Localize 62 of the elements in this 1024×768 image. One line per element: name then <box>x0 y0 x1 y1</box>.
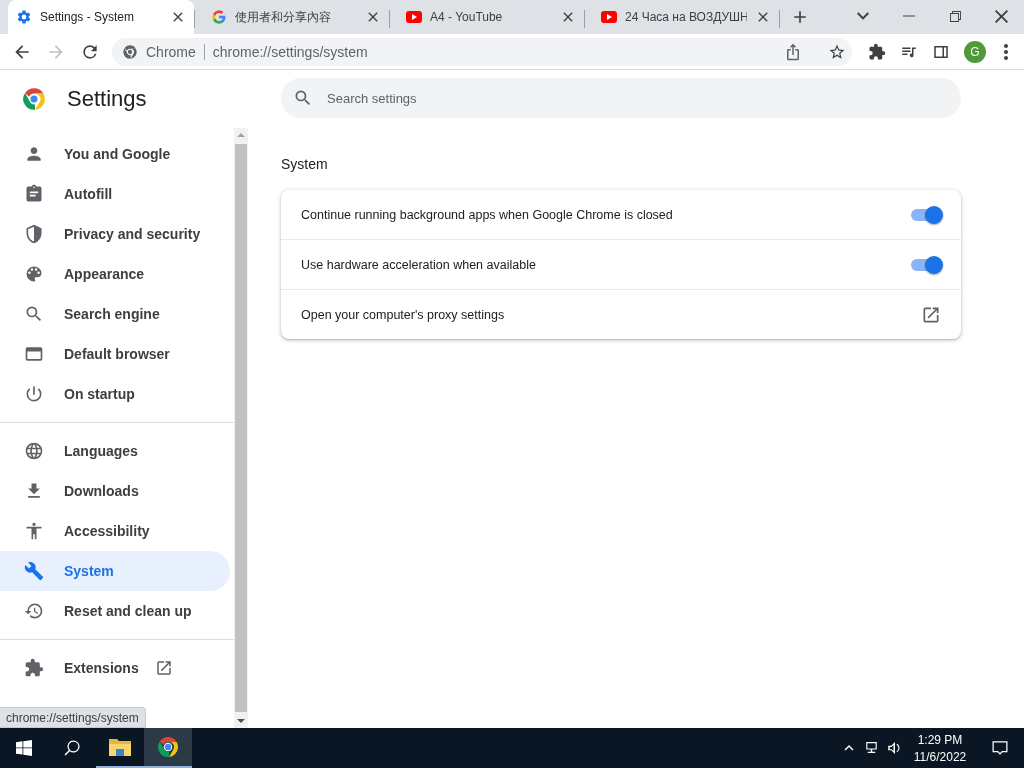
chrome-logo-icon <box>122 43 138 60</box>
sidebar-item[interactable]: Default browser <box>0 334 230 374</box>
play-logo-icon <box>601 11 617 23</box>
page-title: Settings <box>67 86 147 112</box>
setting-label: Use hardware acceleration when available <box>301 257 536 272</box>
clock-time[interactable]: 1:29 PM <box>917 732 963 747</box>
setting-label: Continue running background apps when Google Chrome is closed <box>301 207 673 222</box>
close-icon <box>994 9 1008 23</box>
search-field[interactable]: Search settings <box>281 78 961 118</box>
history-icon <box>24 601 44 621</box>
accessibility-icon <box>24 521 44 541</box>
sidebar-item[interactable]: Accessibility <box>0 511 230 551</box>
globe-icon <box>24 441 44 461</box>
browser-tab[interactable]: Settings - System <box>8 0 194 34</box>
play-logo-icon <box>406 11 422 23</box>
sidebar-item[interactable]: On startup <box>0 374 230 414</box>
puzzle-icon <box>24 658 44 678</box>
palette-icon <box>24 264 44 284</box>
sidebar-item[interactable]: Languages <box>0 431 230 471</box>
open-in-new-icon <box>154 659 173 677</box>
windows-logo-icon <box>16 740 32 756</box>
chrome-logo-icon <box>156 735 180 759</box>
sidebar-item[interactable]: Search engine <box>0 294 230 334</box>
search-icon <box>63 739 81 757</box>
search-icon <box>293 88 313 108</box>
scrollbar[interactable] <box>234 128 248 728</box>
wrench-icon <box>24 561 44 581</box>
browser-tab[interactable]: A4 - YouTube <box>398 4 584 34</box>
chrome-taskbar-button[interactable] <box>144 728 192 768</box>
sidebar-item[interactable]: Downloads <box>0 471 230 511</box>
sidebar-item[interactable]: Appearance <box>0 254 230 294</box>
restore-icon <box>949 10 961 22</box>
clipboard-icon <box>24 184 44 204</box>
power-icon <box>24 384 44 404</box>
folder-icon <box>108 737 132 757</box>
browser-tab[interactable]: 24 Часа на ВОЗДУШН <box>593 4 779 34</box>
url-text: chrome://settings/system <box>212 43 369 60</box>
section-title: System <box>281 156 329 172</box>
sidebar-item[interactable]: Privacy and security <box>0 214 230 254</box>
search-icon <box>24 304 44 324</box>
menu-icon <box>1004 43 1008 60</box>
setting-label: Open your computer's proxy settings <box>301 307 505 322</box>
sidebar-item[interactable]: Reset and clean up <box>0 591 230 631</box>
sidebar-item[interactable]: System <box>0 551 230 591</box>
extensions-icon <box>868 42 886 61</box>
shield-icon <box>24 224 44 244</box>
chrome-logo-icon <box>21 86 47 112</box>
share-icon <box>784 42 802 61</box>
chevron-down-icon <box>857 12 869 20</box>
address-bar[interactable]: Chrome chrome://settings/system <box>112 37 852 66</box>
clock-date[interactable]: 11/6/2022 <box>913 749 967 764</box>
minimize-icon <box>903 15 915 17</box>
browser-window-icon <box>24 344 44 364</box>
site-label: Chrome <box>146 43 205 60</box>
sidebar-item[interactable]: Extensions <box>0 648 230 688</box>
sidebar-item[interactable]: Autofill <box>0 174 230 214</box>
sidebar-item[interactable]: You and Google <box>0 134 230 174</box>
browser-tab[interactable]: 使用者和分享內容 <box>203 4 389 34</box>
status-url: chrome://settings/system <box>6 710 139 725</box>
gear-icon <box>16 9 32 25</box>
scroll-down-arrow-icon[interactable] <box>237 719 245 723</box>
google-g-icon <box>211 9 227 25</box>
